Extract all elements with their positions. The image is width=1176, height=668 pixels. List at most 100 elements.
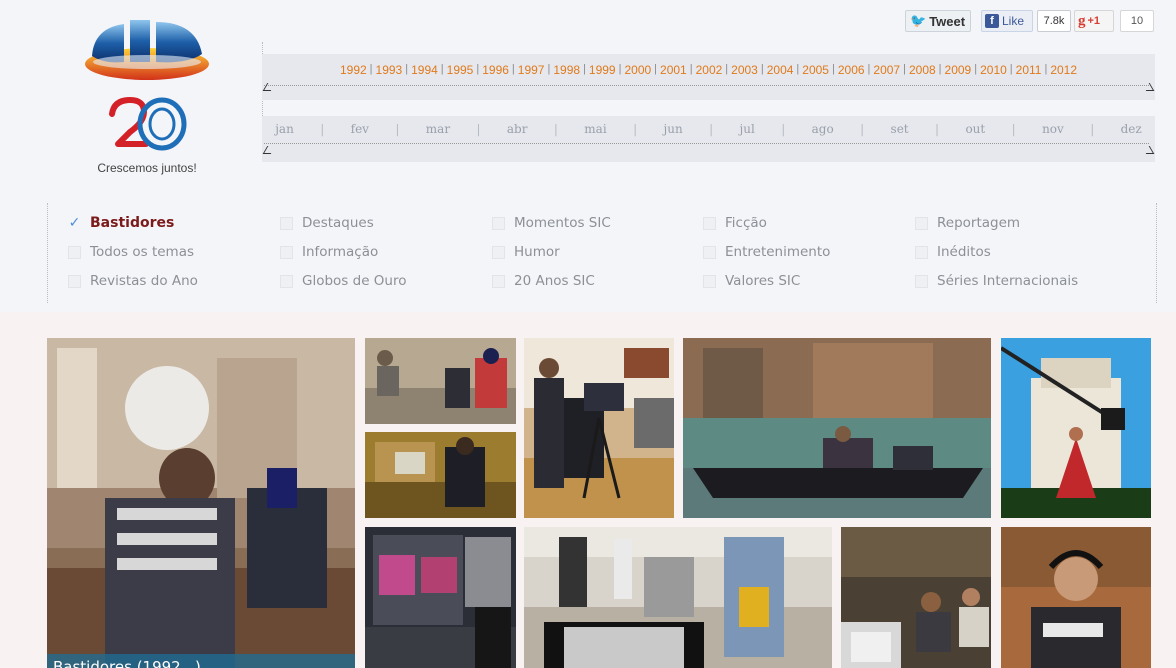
filter-option[interactable]: Valores SIC [703,271,800,291]
facebook-like-button[interactable]: f Like [981,10,1033,32]
filter-option[interactable]: Ficção [703,213,767,233]
filter-checkbox[interactable] [915,216,928,230]
year-link[interactable]: 2002 [696,63,723,77]
filter-checkbox[interactable] [280,245,293,259]
filter-checkbox[interactable] [703,274,716,288]
filter-checkbox[interactable] [280,216,293,230]
year-range-end-handle[interactable] [1141,83,1155,91]
filter-option[interactable]: Humor [492,242,560,262]
gallery-photo-main[interactable] [47,338,355,668]
year-separator: | [867,63,871,75]
month-range-end-handle[interactable] [1141,146,1155,154]
filter-option[interactable]: Globos de Ouro [280,271,407,291]
month-link[interactable]: dez [1121,122,1142,136]
year-separator: | [796,63,800,75]
year-separator: | [654,63,658,75]
year-link[interactable]: 1995 [447,63,474,77]
filter-checkbox[interactable] [703,216,716,230]
month-track [264,143,1149,144]
gallery-photo-4[interactable] [524,338,674,518]
filter-checkbox[interactable] [68,245,81,259]
year-link[interactable]: 1997 [518,63,545,77]
gallery-photo-9[interactable] [841,527,991,668]
year-link[interactable]: 1996 [482,63,509,77]
gallery-photo-7[interactable] [365,527,516,668]
year-link[interactable]: 2001 [660,63,687,77]
gallery-photo-2[interactable] [365,338,516,424]
tweet-button[interactable]: 🐦 Tweet [905,10,971,32]
checkmark-icon[interactable]: ✓ [68,215,81,231]
year-link[interactable]: 1998 [553,63,580,77]
month-separator: | [1090,122,1095,136]
year-track [264,85,1149,86]
year-link[interactable]: 2007 [873,63,900,77]
filter-checkbox[interactable] [492,274,505,288]
filter-option[interactable]: Todos os temas [68,242,194,262]
gallery-photo-10[interactable] [1001,527,1151,668]
filter-checkbox[interactable] [280,274,293,288]
month-link[interactable]: mar [426,122,450,136]
month-link[interactable]: fev [351,122,369,136]
month-range-start-handle[interactable] [262,146,276,154]
filter-option[interactable]: Destaques [280,213,374,233]
year-link[interactable]: 1994 [411,63,438,77]
filter-checkbox[interactable] [68,274,81,288]
month-link[interactable]: nov [1042,122,1064,136]
year-link[interactable]: 2012 [1050,63,1077,77]
month-link[interactable]: abr [507,122,528,136]
year-link[interactable]: 2004 [767,63,794,77]
facebook-icon: f [985,14,999,28]
gallery-photo-5[interactable] [683,338,991,518]
filter-option[interactable]: Inéditos [915,242,991,262]
year-link[interactable]: 1999 [589,63,616,77]
filter-checkbox[interactable] [492,245,505,259]
year-separator: | [511,63,515,75]
filter-option[interactable]: ✓ Bastidores [68,213,175,233]
year-link[interactable]: 2009 [945,63,972,77]
month-link[interactable]: ago [812,122,834,136]
month-link[interactable]: mai [584,122,606,136]
sic-logo[interactable] [84,16,210,82]
year-separator: | [760,63,764,75]
month-separator: | [781,122,786,136]
gallery-photo-6[interactable] [1001,338,1151,518]
month-link[interactable]: out [965,122,985,136]
year-link[interactable]: 1993 [376,63,403,77]
filter-checkbox[interactable] [492,216,505,230]
year-separator: | [831,63,835,75]
month-timeline[interactable]: jan | fev | mar | abr | mai | jun | jul | ago | set | out |… [262,116,1155,162]
year-link[interactable]: 2000 [624,63,651,77]
month-link[interactable]: jan [275,122,294,136]
month-link[interactable]: set [891,122,909,136]
gallery-photo-8[interactable] [524,527,832,668]
year-link[interactable]: 2011 [1016,63,1042,77]
filter-option[interactable]: 20 Anos SIC [492,271,595,291]
year-separator: | [903,63,906,75]
filter-option[interactable]: Informação [280,242,378,262]
filter-option[interactable]: Reportagem [915,213,1020,233]
month-link[interactable]: jul [740,122,755,136]
filter-label: Entretenimento [725,244,831,260]
filter-option[interactable]: Revistas do Ano [68,271,198,291]
year-link[interactable]: 2003 [731,63,758,77]
filter-checkbox[interactable] [915,274,928,288]
filter-label: Informação [302,244,379,260]
year-timeline[interactable]: 1992 | 1993 | 1994 | 1995 | 1996 | 1997 | 1998 | 1999 |… [262,54,1155,100]
year-link[interactable]: 2008 [909,63,936,77]
filter-option[interactable]: Séries Internacionais [915,271,1078,291]
year-link[interactable]: 2010 [980,63,1007,77]
filter-label: Séries Internacionais [937,273,1079,289]
filter-option[interactable]: Entretenimento [703,242,830,262]
year-link[interactable]: 2005 [802,63,829,77]
google-plus-button[interactable]: g +1 [1074,10,1114,32]
filter-label: Momentos SIC [514,215,611,231]
filter-checkbox[interactable] [703,245,716,259]
year-link[interactable]: 2006 [838,63,865,77]
filter-checkbox[interactable] [915,245,928,259]
month-link[interactable]: jun [664,122,683,136]
like-count: 7.8k [1037,10,1071,32]
year-link[interactable]: 1992 [340,63,367,77]
gallery-photo-3[interactable] [365,432,516,518]
gallery-caption[interactable]: Bastidores (1992...) [47,654,355,668]
filter-option[interactable]: Momentos SIC [492,213,611,233]
